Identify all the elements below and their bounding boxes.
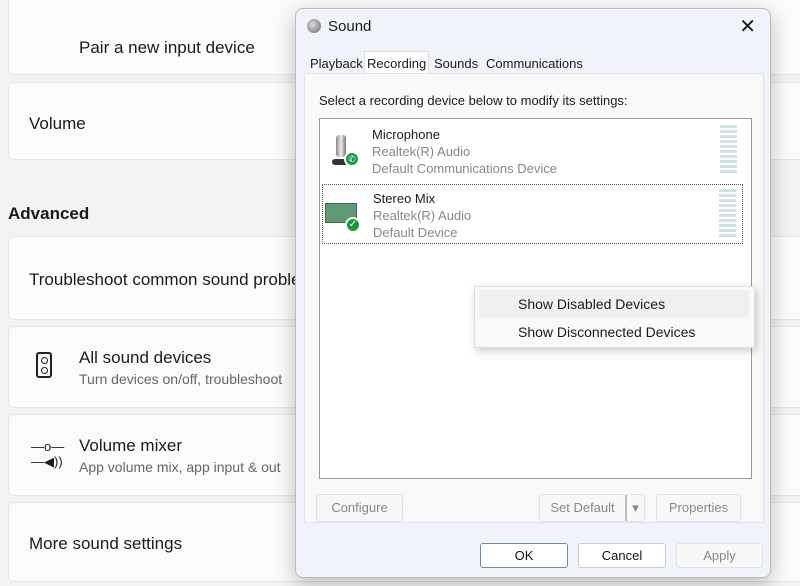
ok-button[interactable]: OK	[480, 543, 568, 568]
tab-recording[interactable]: Recording	[364, 51, 429, 75]
advanced-heading: Advanced	[8, 204, 89, 224]
all-sound-devices-title: All sound devices	[79, 348, 211, 368]
device-status: Default Device	[373, 225, 458, 240]
pair-label: Pair a new input device	[79, 38, 255, 58]
configure-button[interactable]: Configure	[316, 494, 403, 522]
device-name: Microphone	[372, 127, 440, 142]
dialog-title: Sound	[328, 18, 371, 35]
instruction-text: Select a recording device below to modif…	[319, 93, 628, 108]
level-meter	[719, 189, 736, 239]
set-default-dropdown-icon[interactable]: ▾	[625, 494, 645, 522]
device-driver: Realtek(R) Audio	[373, 208, 471, 223]
menu-item-show-disabled[interactable]: Show Disabled Devices	[479, 290, 749, 317]
troubleshoot-label: Troubleshoot common sound proble	[29, 270, 301, 290]
mixer-icon: —o——◀))	[31, 439, 64, 469]
tab-sounds[interactable]: Sounds	[432, 54, 480, 74]
menu-item-show-disconnected[interactable]: Show Disconnected Devices	[479, 318, 749, 345]
device-item-microphone[interactable]: ✆ Microphone Realtek(R) Audio Default Co…	[322, 121, 743, 181]
apply-button[interactable]: Apply	[676, 543, 763, 568]
microphone-icon: ✆	[330, 131, 362, 171]
all-sound-devices-subtitle: Turn devices on/off, troubleshoot	[79, 371, 282, 387]
volume-mixer-subtitle: App volume mix, app input & out	[79, 459, 281, 475]
set-default-button[interactable]: Set Default	[539, 494, 626, 522]
volume-label: Volume	[29, 114, 86, 134]
speaker-icon	[36, 352, 52, 378]
volume-mixer-title: Volume mixer	[79, 436, 182, 456]
speaker-app-icon	[307, 19, 321, 33]
tab-playback[interactable]: Playback	[308, 54, 365, 74]
device-item-stereo-mix[interactable]: ✓ Stereo Mix Realtek(R) Audio Default De…	[322, 184, 743, 244]
device-driver: Realtek(R) Audio	[372, 144, 470, 159]
close-icon[interactable]: ✕	[739, 14, 756, 39]
more-sound-settings-label: More sound settings	[29, 534, 182, 554]
cancel-button[interactable]: Cancel	[578, 543, 666, 568]
level-meter	[720, 125, 737, 175]
tab-communications[interactable]: Communications	[484, 54, 585, 74]
device-status: Default Communications Device	[372, 161, 557, 176]
properties-button[interactable]: Properties	[656, 494, 741, 522]
context-menu: Show Disabled Devices Show Disconnected …	[474, 286, 755, 348]
device-name: Stereo Mix	[373, 191, 435, 206]
sound-card-icon: ✓	[331, 195, 363, 235]
sound-dialog: Sound ✕ Playback Recording Sounds Commun…	[295, 8, 771, 578]
